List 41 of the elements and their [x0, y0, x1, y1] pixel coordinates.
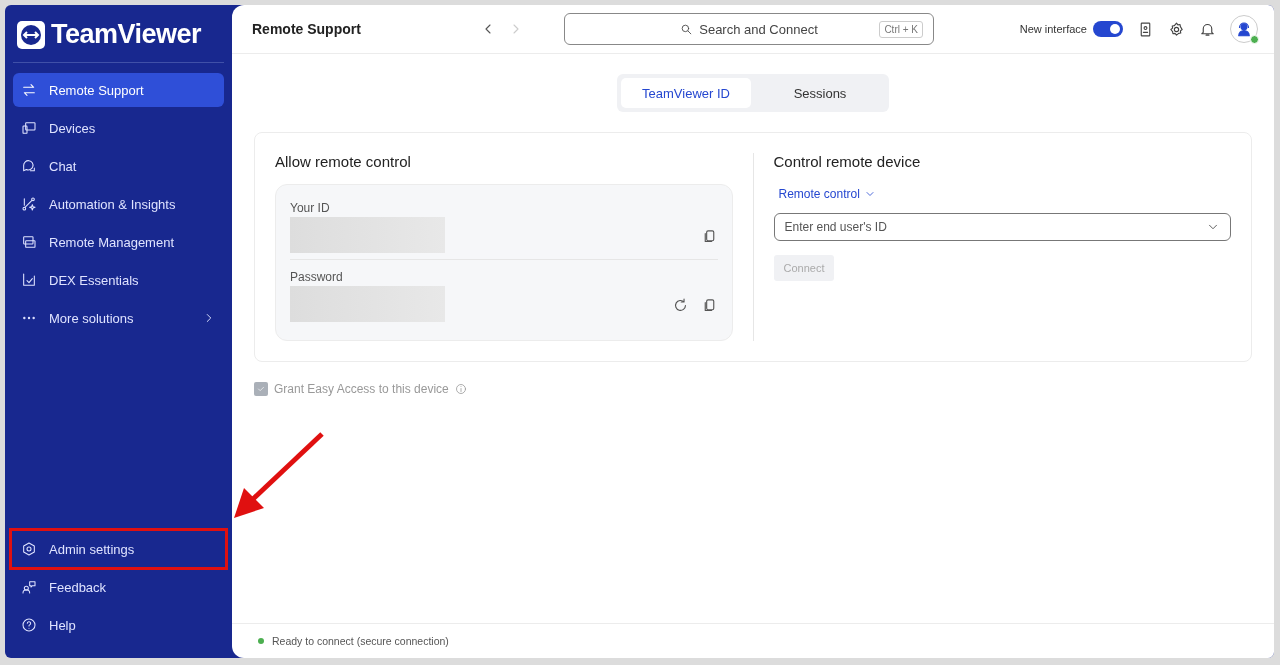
chart-check-icon [21, 272, 37, 288]
interface-toggle[interactable] [1093, 21, 1123, 37]
sidebar-item[interactable]: Devices [13, 111, 224, 145]
people-feedback-icon [21, 579, 37, 595]
field-label: Your ID [290, 201, 331, 215]
field-label: Password [290, 270, 344, 284]
sidebar-item[interactable]: Remote Support [13, 73, 224, 107]
search-field[interactable]: Search and Connect Ctrl + K [564, 13, 934, 45]
logo-text: TeamViewer [51, 19, 202, 50]
monitor-phone-icon [21, 120, 37, 136]
mode-dropdown[interactable]: Remote control [773, 187, 881, 201]
hexagon-gear-icon [21, 541, 37, 557]
logo-icon [17, 20, 45, 49]
toggle-label: New interface [1019, 23, 1087, 35]
sidebar-item[interactable]: Admin settings [13, 532, 224, 566]
search-icon [680, 22, 694, 36]
sidebar-item[interactable]: DEX Essentials [13, 263, 224, 297]
sidebar-item[interactable]: Remote Management [13, 225, 224, 259]
page-title: Remote Support [252, 21, 362, 37]
shortcut-hint: Ctrl + K [879, 20, 923, 38]
tab[interactable]: Sessions [755, 78, 885, 108]
help-icon [21, 617, 37, 633]
partner-id-field[interactable]: Enter end user's ID [773, 213, 1231, 241]
headset-person-icon [1235, 20, 1253, 38]
chat-bubbles-icon [21, 158, 37, 174]
nodes-sparkle-icon [21, 196, 37, 212]
sidebar-item[interactable]: Feedback [13, 570, 224, 604]
check-icon [256, 384, 266, 394]
section-title: Allow remote control [275, 153, 412, 170]
settings-icon [1168, 20, 1185, 38]
sidebar-item[interactable]: Help [13, 608, 224, 642]
info-icon [454, 383, 467, 395]
sidebar-item[interactable]: Automation & Insights [13, 187, 224, 221]
sidebar-item[interactable]: More solutions [13, 301, 224, 335]
swap-arrows-icon [21, 82, 37, 98]
checkbox-label: Grant Easy Access to this device [274, 382, 449, 396]
section-title: Control remote device [773, 153, 922, 170]
stacked-windows-icon [21, 234, 37, 250]
status-text: Ready to connect (secure connection) [272, 635, 449, 647]
sidebar-item[interactable]: Chat [13, 149, 224, 183]
tab[interactable]: TeamViewer ID [621, 78, 751, 108]
